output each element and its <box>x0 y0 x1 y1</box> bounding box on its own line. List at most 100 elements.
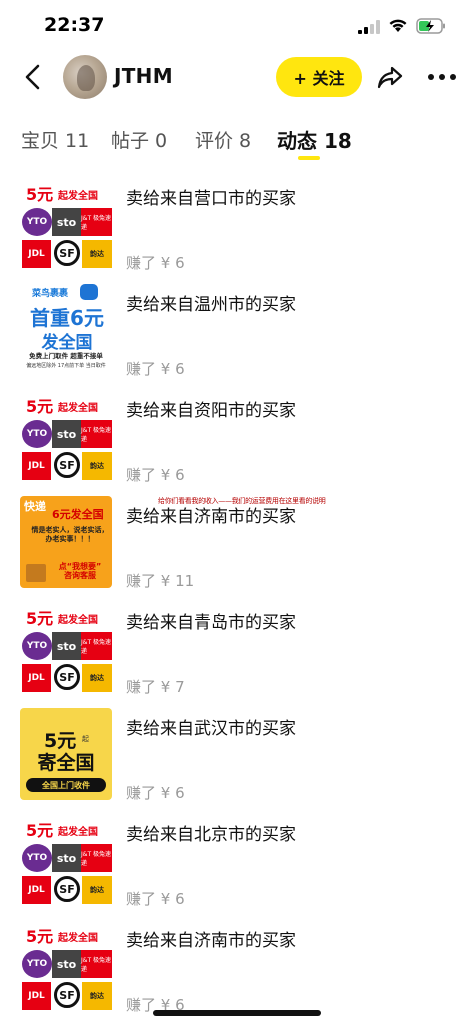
item-earnings: 赚了 ¥ 6 <box>126 890 185 908</box>
overlay-text: 给你们看看我的收入——我们的运营费用在这里看的说明 <box>158 497 326 505</box>
status-bar: 22:37 <box>0 0 474 52</box>
sf-logo: SF <box>54 664 80 690</box>
jdl-logo: JDL <box>22 240 51 268</box>
yunda-logo: 韵达 <box>82 240 112 268</box>
thumb-price: 5元 <box>26 609 54 628</box>
yunda-logo: 韵达 <box>82 982 112 1010</box>
yunda-logo: 韵达 <box>82 664 112 692</box>
profile-tabs: 宝贝 11 帖子 0 评价 8 动态 18 <box>0 118 474 164</box>
yto-logo: YTO <box>22 950 52 978</box>
thumb-note: 全国上门收件 <box>26 778 106 792</box>
cellular-signal-icon <box>358 20 380 34</box>
sto-logo: sto <box>52 950 81 978</box>
jt-logo: J&T 极兔速递 <box>81 208 112 236</box>
list-item[interactable]: 5元 起发全国 YTO sto J&T 极兔速递 JDL SF 韵达 卖给来自济… <box>0 918 474 1024</box>
list-item[interactable]: 5元 起发全国 YTO sto J&T 极兔速递 JDL SF 韵达 卖给来自北… <box>0 812 474 918</box>
sto-logo: sto <box>52 208 81 236</box>
item-title: 卖给来自营口市的买家 <box>126 189 296 209</box>
battery-charging-icon <box>416 18 445 34</box>
sto-logo: sto <box>52 632 81 660</box>
yto-logo: YTO <box>22 632 52 660</box>
thumb-price-suffix: 起 <box>82 735 89 743</box>
sto-logo: sto <box>52 844 81 872</box>
item-thumbnail: 5元 起发全国 YTO sto J&T 极兔速递 JDL SF 韵达 <box>20 390 112 482</box>
list-item[interactable]: 5元 起发全国 YTO sto J&T 极兔速递 JDL SF 韵达 卖给来自青… <box>0 600 474 706</box>
thumb-brand: 菜鸟裹裹 <box>32 289 69 299</box>
active-tab-indicator <box>298 156 320 160</box>
list-item[interactable]: 5元 起 寄全国 全国上门收件 卖给来自武汉市的买家 赚了 ¥ 6 <box>0 706 474 812</box>
list-item[interactable]: 5元 起发全国 YTO sto J&T 极兔速递 JDL SF 韵达 卖给来自营… <box>0 176 474 282</box>
thumb-slogan: 起发全国 <box>58 933 98 944</box>
item-thumbnail: 5元 起发全国 YTO sto J&T 极兔速递 JDL SF 韵达 <box>20 602 112 694</box>
username[interactable]: JTHM <box>114 64 173 88</box>
yunda-logo: 韵达 <box>82 452 112 480</box>
item-thumbnail: 菜鸟裹裹 首重6元 发全国 免费上门取件 超重不接单 偏远地区除外 17点前下单… <box>20 284 112 376</box>
thumb-slogan: 起发全国 <box>58 191 98 202</box>
wifi-icon <box>389 19 407 32</box>
yto-logo: YTO <box>22 208 52 236</box>
thumb-main-text: 首重6元 <box>30 306 104 330</box>
profile-header: JTHM + 关注 <box>0 52 474 102</box>
item-earnings: 赚了 ¥ 7 <box>126 678 185 696</box>
sto-logo: sto <box>52 420 81 448</box>
more-options-icon[interactable] <box>428 74 456 82</box>
item-thumbnail: 5元 起发全国 YTO sto J&T 极兔速递 JDL SF 韵达 <box>20 814 112 906</box>
thumb-slogan: 情是老实人，说老实话， 办老实事！！！ <box>31 526 109 543</box>
tab-activity[interactable]: 动态 18 <box>277 125 352 154</box>
thumb-main-text: 6元发全国 <box>52 508 104 521</box>
jdl-logo: JDL <box>22 876 51 904</box>
jdl-logo: JDL <box>22 664 51 692</box>
back-arrow-icon[interactable] <box>20 62 46 92</box>
thumb-price: 5元 <box>26 397 54 416</box>
item-title: 卖给来自济南市的买家 <box>126 931 296 951</box>
item-earnings: 赚了 ¥ 6 <box>126 254 185 272</box>
jt-logo: J&T 极兔速递 <box>81 950 112 978</box>
thumb-slogan: 起发全国 <box>58 827 98 838</box>
jt-logo: J&T 极兔速递 <box>81 420 112 448</box>
item-title: 卖给来自武汉市的买家 <box>126 719 296 739</box>
thumb-price: 5元 <box>26 185 54 204</box>
thumb-note: 免费上门取件 超重不接单 <box>29 352 103 360</box>
thumb-label: 快递 <box>24 500 46 513</box>
item-thumbnail: 5元 起发全国 YTO sto J&T 极兔速递 JDL SF 韵达 <box>20 920 112 1012</box>
item-thumbnail: 5元 起发全国 YTO sto J&T 极兔速递 JDL SF 韵达 <box>20 178 112 270</box>
home-indicator[interactable] <box>153 1010 321 1016</box>
sf-logo: SF <box>54 240 80 266</box>
yunda-logo: 韵达 <box>82 876 112 904</box>
sf-logo: SF <box>54 876 80 902</box>
sf-logo: SF <box>54 452 80 478</box>
item-earnings: 赚了 ¥ 6 <box>126 784 185 802</box>
thumb-cta: 点“我想要” 咨询客服 <box>58 562 102 581</box>
jt-logo: J&T 极兔速递 <box>81 844 112 872</box>
item-earnings: 赚了 ¥ 6 <box>126 466 185 484</box>
thumb-slogan: 起发全国 <box>58 615 98 626</box>
tab-items[interactable]: 宝贝 11 <box>21 126 89 153</box>
status-time: 22:37 <box>44 14 105 36</box>
item-title: 卖给来自资阳市的买家 <box>126 401 296 421</box>
item-earnings: 赚了 ¥ 11 <box>126 572 195 590</box>
avatar[interactable] <box>63 55 107 99</box>
item-title: 卖给来自温州市的买家 <box>126 295 296 315</box>
sf-logo: SF <box>54 982 80 1008</box>
list-item[interactable]: 5元 起发全国 YTO sto J&T 极兔速递 JDL SF 韵达 卖给来自资… <box>0 388 474 494</box>
tab-reviews[interactable]: 评价 8 <box>195 126 251 153</box>
item-thumbnail: 快递 6元发全国 情是老实人，说老实话， 办老实事！！！ 点“我想要” 咨询客服 <box>20 496 112 588</box>
thumb-note-small: 偏远地区除外 17点前下单 当日取件 <box>26 363 106 369</box>
list-item[interactable]: 菜鸟裹裹 首重6元 发全国 免费上门取件 超重不接单 偏远地区除外 17点前下单… <box>0 282 474 388</box>
thumb-main-text: 寄全国 <box>37 752 95 774</box>
jdl-logo: JDL <box>22 982 51 1010</box>
thumb-price: 5元 <box>26 927 54 946</box>
cainiao-logo-icon <box>80 284 98 300</box>
jt-logo: J&T 极兔速递 <box>81 632 112 660</box>
yto-logo: YTO <box>22 844 52 872</box>
parcel-box-icon <box>26 564 46 582</box>
tab-posts[interactable]: 帖子 0 <box>111 126 167 153</box>
item-title: 卖给来自青岛市的买家 <box>126 613 296 633</box>
yto-logo: YTO <box>22 420 52 448</box>
list-item[interactable]: 快递 6元发全国 情是老实人，说老实话， 办老实事！！！ 点“我想要” 咨询客服… <box>0 494 474 600</box>
share-icon[interactable] <box>376 64 404 90</box>
jdl-logo: JDL <box>22 452 51 480</box>
item-earnings: 赚了 ¥ 6 <box>126 360 185 378</box>
item-title: 卖给来自北京市的买家 <box>126 825 296 845</box>
follow-button[interactable]: + 关注 <box>276 57 362 97</box>
